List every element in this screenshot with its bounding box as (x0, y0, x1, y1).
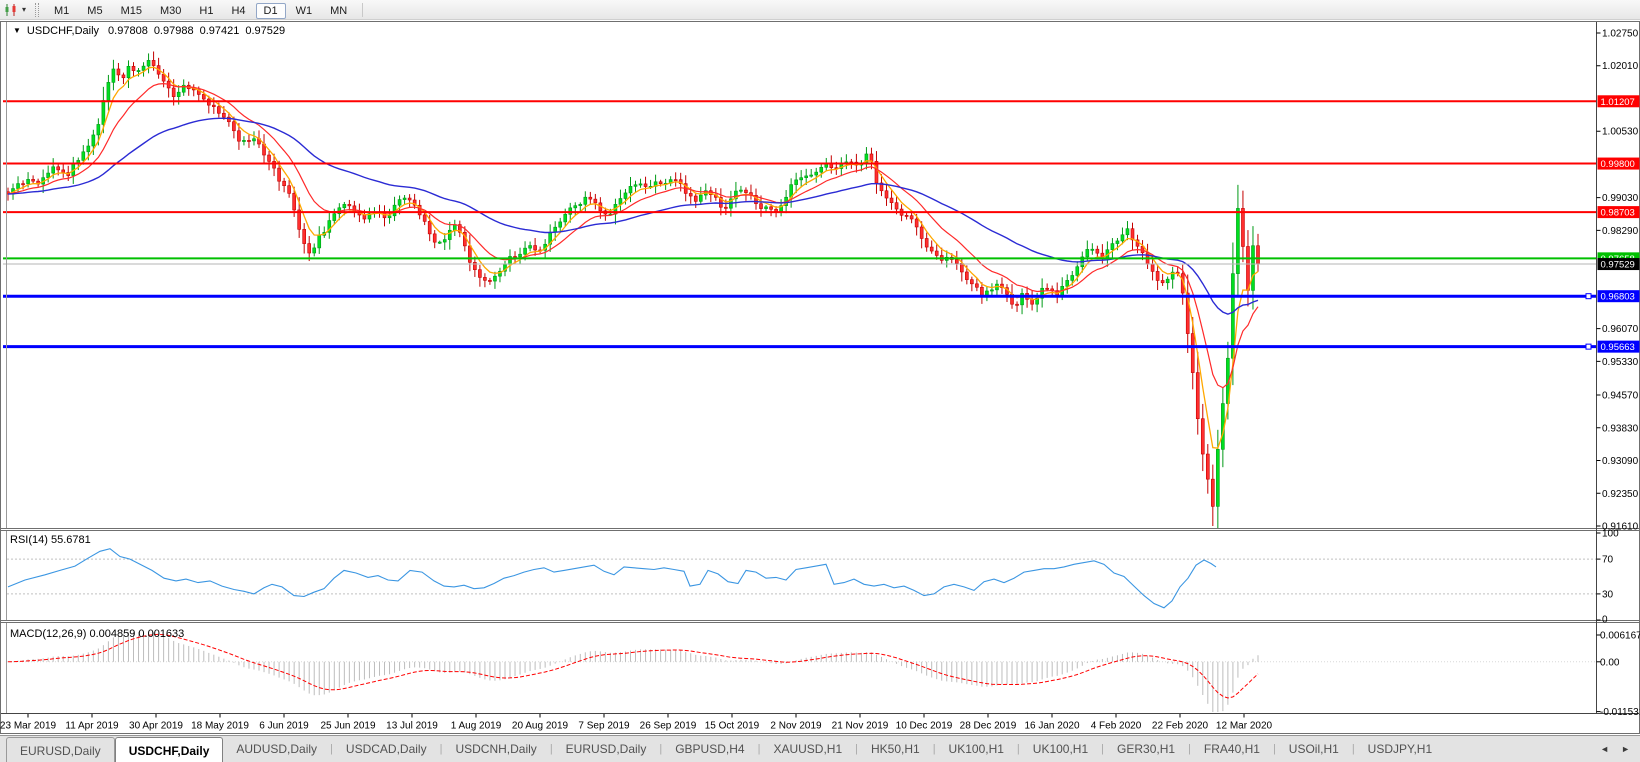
svg-text:0.93830: 0.93830 (1602, 423, 1639, 434)
rsi-indicator-pane (7, 549, 1597, 608)
timeframe-button-W1[interactable]: W1 (288, 3, 321, 19)
svg-text:0.99800: 0.99800 (1601, 159, 1635, 170)
svg-text:0.95330: 0.95330 (1602, 357, 1639, 368)
svg-text:2 Nov 2019: 2 Nov 2019 (770, 721, 822, 732)
timeframe-button-M15[interactable]: M15 (113, 3, 150, 19)
svg-text:0.98290: 0.98290 (1602, 226, 1639, 237)
svg-text:22 Feb 2020: 22 Feb 2020 (1152, 721, 1209, 732)
svg-text:26 Sep 2019: 26 Sep 2019 (640, 721, 697, 732)
date-axis: 23 Mar 2019 11 Apr 2019 30 Apr 2019 18 May … (0, 714, 1273, 732)
svg-text:1.01207: 1.01207 (1601, 97, 1635, 108)
toolbar-grip[interactable] (35, 3, 39, 17)
tab-USDJPY-H1[interactable]: USDJPY,H1 (1355, 736, 1445, 762)
svg-text:30: 30 (1602, 589, 1614, 600)
tab-AUDUSD-Daily[interactable]: AUDUSD,Daily (223, 736, 330, 762)
svg-text:1.00530: 1.00530 (1602, 127, 1639, 138)
timeframe-button-M5[interactable]: M5 (79, 3, 110, 19)
tab-USDCAD-Daily[interactable]: USDCAD,Daily (333, 736, 440, 762)
horizontal-level-lines[interactable] (3, 101, 1597, 346)
tab-EURUSD-Daily[interactable]: EURUSD,Daily (553, 736, 660, 762)
tab-GBPUSD-H4[interactable]: GBPUSD,H4 (662, 736, 757, 762)
tab-EURUSD-Daily[interactable]: EURUSD,Daily (6, 737, 115, 762)
toolbar: ▾ M1M5M15M30H1H4D1W1MN (0, 0, 1640, 20)
mt4-terminal: { "toolbar": { "tool_icon": "candlestick… (0, 0, 1640, 762)
svg-text:-0.011531: -0.011531 (1600, 707, 1640, 718)
svg-text:0.97529: 0.97529 (1601, 260, 1635, 271)
svg-text:25 Jun 2019: 25 Jun 2019 (320, 721, 375, 732)
tab-scroll-left-icon[interactable]: ◄ (1600, 744, 1609, 754)
timeframe-button-H1[interactable]: H1 (191, 3, 221, 19)
chart-canvas[interactable]: 1.02750 1.02010 1.00530 0.99030 0.98290 0.960… (0, 20, 1640, 735)
svg-text:16 Jan 2020: 16 Jan 2020 (1024, 721, 1079, 732)
svg-text:0: 0 (1602, 615, 1608, 626)
chart-type-dropdown-caret-icon[interactable]: ▾ (22, 5, 26, 14)
toolbar-separator (362, 3, 363, 17)
svg-text:6 Jun 2019: 6 Jun 2019 (259, 721, 309, 732)
svg-text:12 Mar 2020: 12 Mar 2020 (1216, 721, 1273, 732)
tab-scroll-arrows: ◄ ► (1600, 736, 1640, 762)
macd-indicator-pane (7, 631, 1597, 712)
svg-text:100: 100 (1602, 529, 1619, 540)
svg-text:0.99030: 0.99030 (1602, 193, 1639, 204)
tab-FRA40-H1[interactable]: FRA40,H1 (1191, 736, 1273, 762)
timeframe-button-H4[interactable]: H4 (223, 3, 253, 19)
svg-text:11 Apr 2019: 11 Apr 2019 (65, 721, 119, 732)
svg-text:18 May 2019: 18 May 2019 (191, 721, 249, 732)
timeframe-button-M30[interactable]: M30 (152, 3, 189, 19)
svg-text:1.02750: 1.02750 (1602, 29, 1639, 40)
timeframe-button-D1[interactable]: D1 (256, 3, 286, 19)
candlestick-series (7, 52, 1260, 529)
svg-text:0.96803: 0.96803 (1601, 292, 1635, 303)
chart-tabs: EURUSD,DailyUSDCHF,DailyAUDUSD,Daily|USD… (6, 736, 1445, 762)
svg-text:4 Feb 2020: 4 Feb 2020 (1091, 721, 1142, 732)
svg-text:23 Mar 2019: 23 Mar 2019 (0, 721, 57, 732)
svg-text:10 Dec 2019: 10 Dec 2019 (896, 721, 953, 732)
svg-text:0.98703: 0.98703 (1601, 208, 1635, 219)
svg-text:70: 70 (1602, 555, 1614, 566)
tab-scroll-right-icon[interactable]: ► (1621, 744, 1630, 754)
window-frame (1, 22, 1640, 734)
price-axis: 1.02750 1.02010 1.00530 0.99030 0.98290 0.960… (1586, 29, 1640, 719)
svg-text:20 Aug 2019: 20 Aug 2019 (512, 721, 569, 732)
svg-text:0.006167: 0.006167 (1600, 631, 1640, 642)
svg-text:0.95663: 0.95663 (1601, 342, 1635, 353)
tab-UK100-H1[interactable]: UK100,H1 (1020, 736, 1101, 762)
svg-text:28 Dec 2019: 28 Dec 2019 (960, 721, 1017, 732)
tab-XAUUSD-H1[interactable]: XAUUSD,H1 (760, 736, 855, 762)
timeframe-button-M1[interactable]: M1 (46, 3, 77, 19)
svg-text:15 Oct 2019: 15 Oct 2019 (705, 721, 760, 732)
svg-text:0.96070: 0.96070 (1602, 324, 1639, 335)
tab-UK100-H1[interactable]: UK100,H1 (936, 736, 1017, 762)
svg-text:0.93090: 0.93090 (1602, 456, 1639, 467)
tab-GER30-H1[interactable]: GER30,H1 (1104, 736, 1188, 762)
svg-text:1 Aug 2019: 1 Aug 2019 (451, 721, 502, 732)
chart-window: 1.02750 1.02010 1.00530 0.99030 0.98290 0.960… (0, 20, 1640, 735)
candlestick-chart-icon[interactable] (3, 3, 19, 17)
bottom-tab-bar: EURUSD,DailyUSDCHF,DailyAUDUSD,Daily|USD… (0, 735, 1640, 762)
svg-text:0.94570: 0.94570 (1602, 391, 1639, 402)
tab-USOil-H1[interactable]: USOil,H1 (1276, 736, 1352, 762)
svg-text:0.92350: 0.92350 (1602, 489, 1639, 500)
svg-text:7 Sep 2019: 7 Sep 2019 (578, 721, 630, 732)
svg-text:0.00: 0.00 (1600, 657, 1620, 668)
tab-USDCNH-Daily[interactable]: USDCNH,Daily (442, 736, 549, 762)
timeframe-button-MN[interactable]: MN (322, 3, 355, 19)
tab-HK50-H1[interactable]: HK50,H1 (858, 736, 933, 762)
svg-text:21 Nov 2019: 21 Nov 2019 (832, 721, 889, 732)
timeframe-button-group: M1M5M15M30H1H4D1W1MN (45, 1, 356, 19)
svg-text:1.02010: 1.02010 (1602, 61, 1639, 72)
svg-text:13 Jul 2019: 13 Jul 2019 (386, 721, 438, 732)
svg-text:30 Apr 2019: 30 Apr 2019 (129, 721, 183, 732)
tab-USDCHF-Daily[interactable]: USDCHF,Daily (115, 737, 224, 762)
